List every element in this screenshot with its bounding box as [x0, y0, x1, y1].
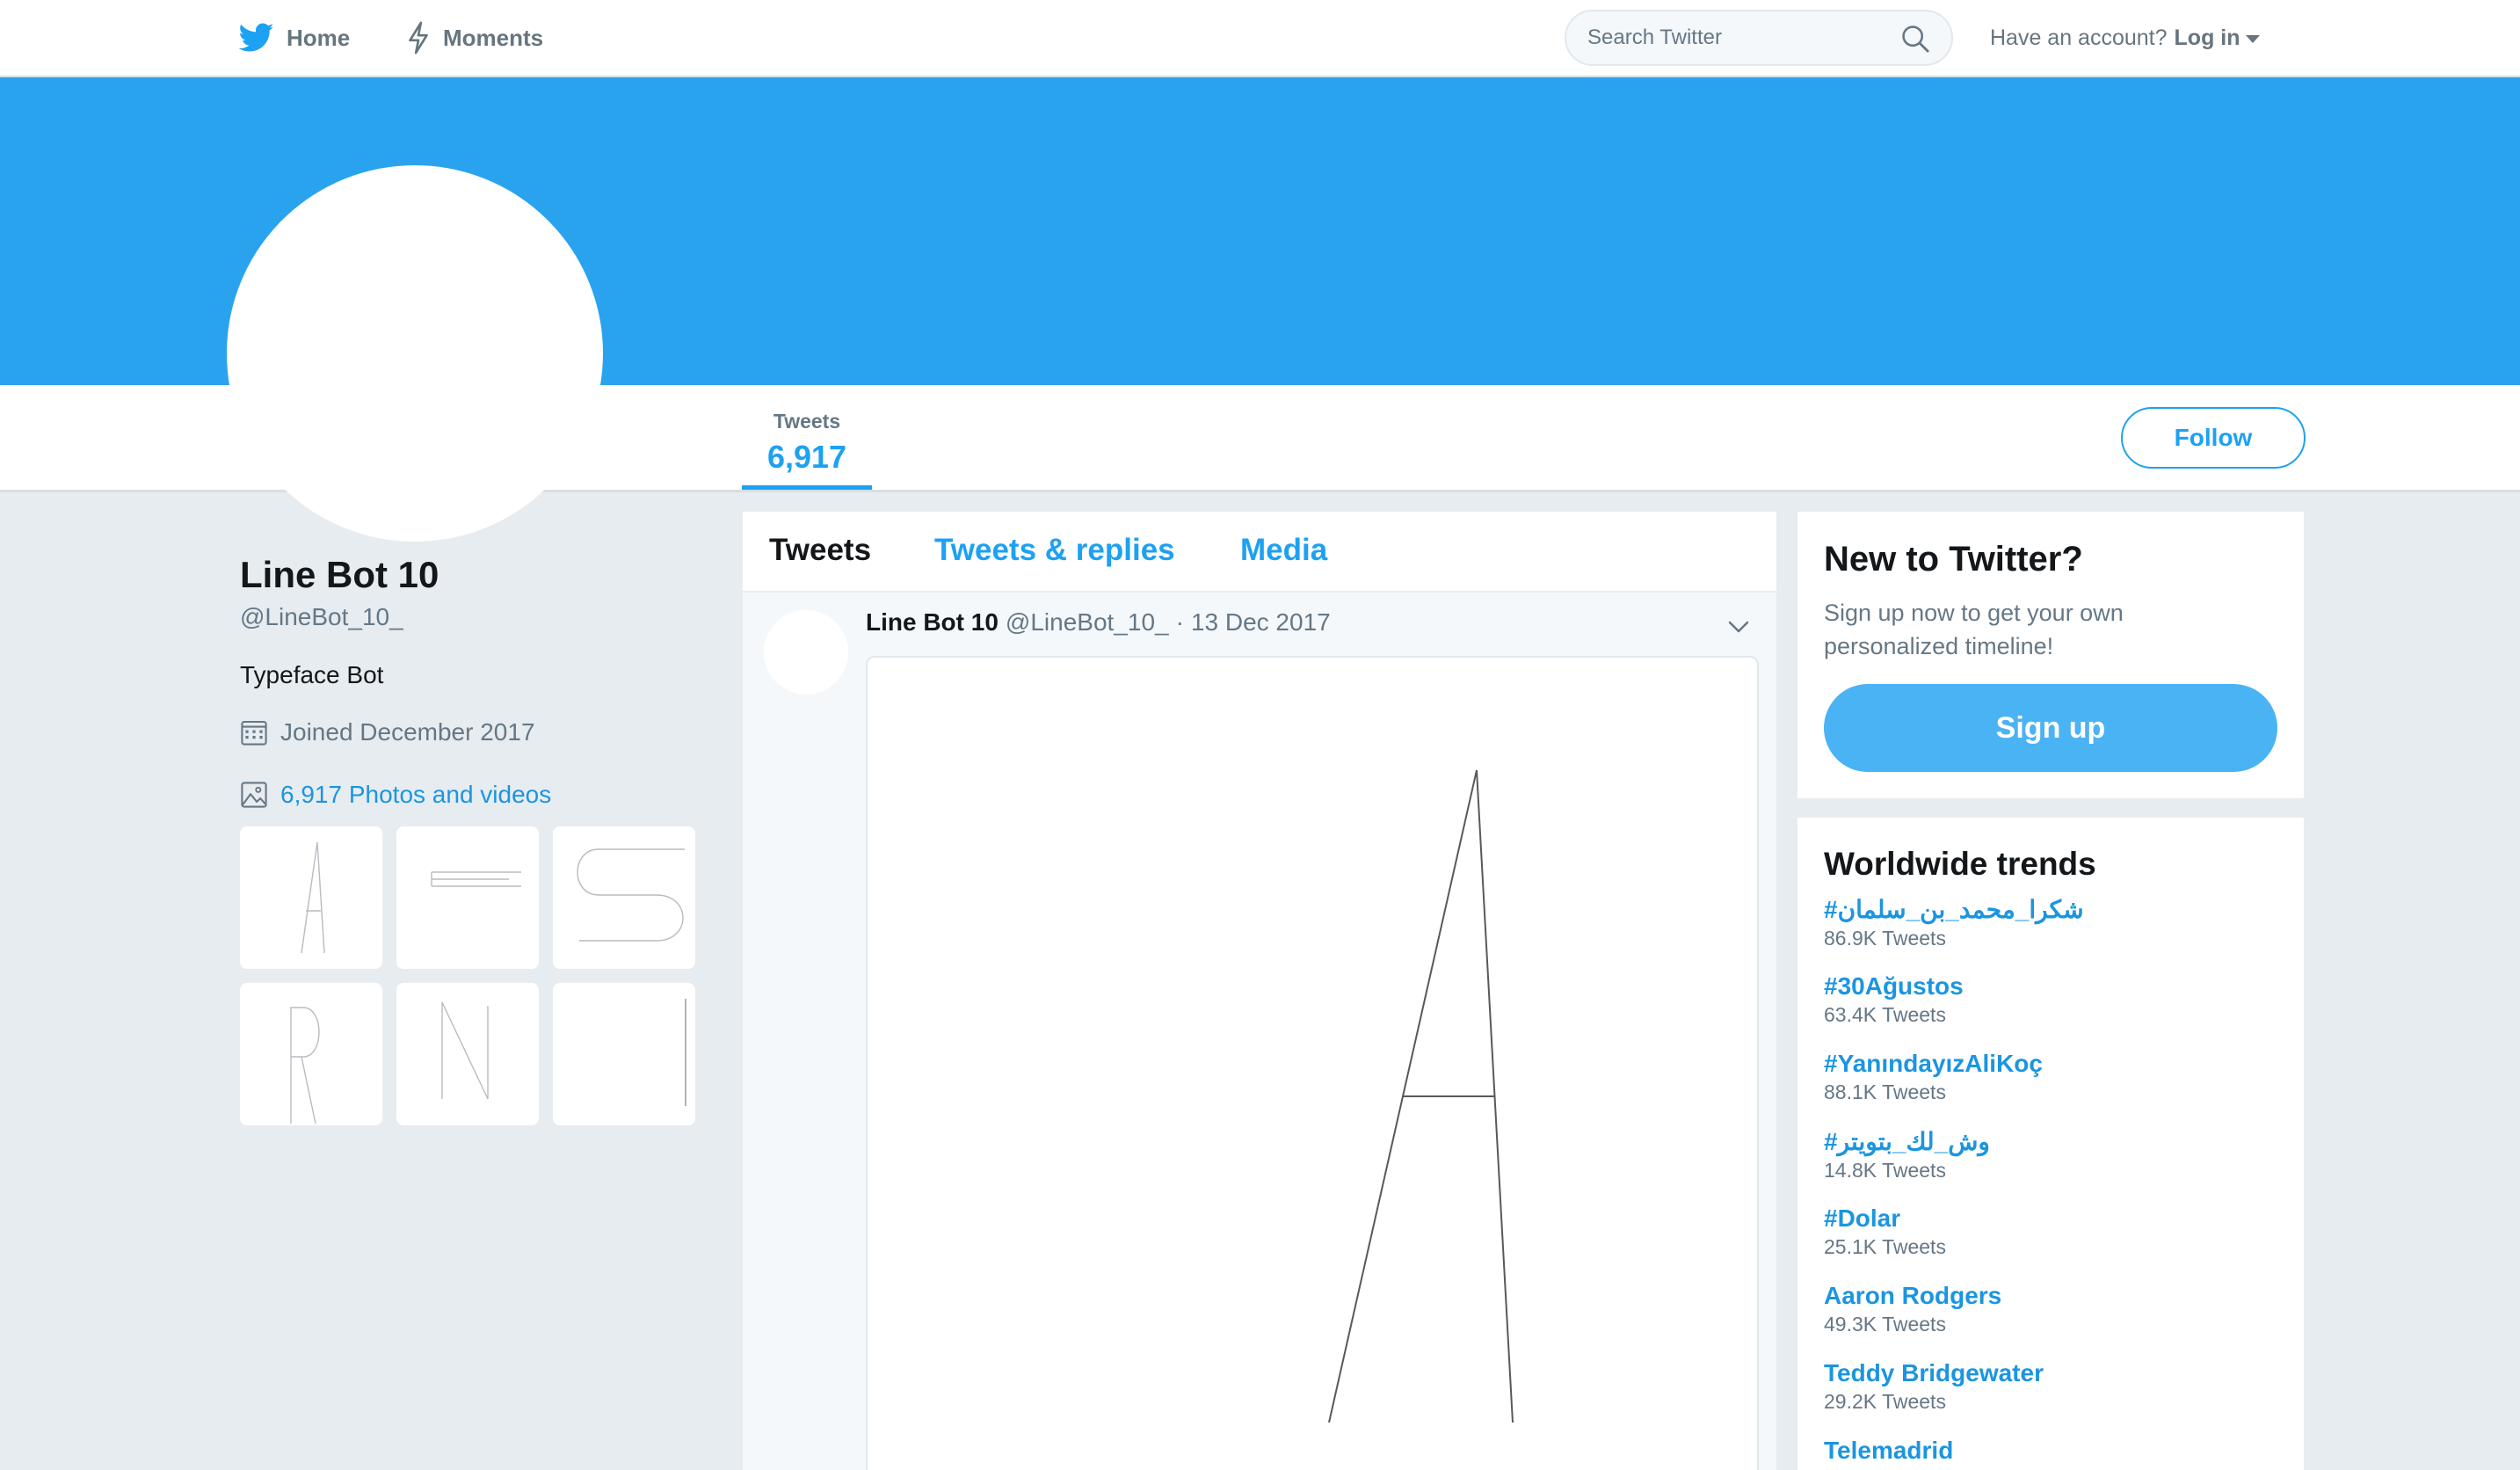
search-input[interactable]	[1587, 11, 1895, 64]
nav-moments[interactable]: Moments	[406, 0, 543, 76]
trend-name: Telemadrid	[1824, 1437, 1954, 1464]
trend-name: #Dolar	[1824, 1204, 1901, 1232]
profile-name[interactable]: Line Bot 10	[240, 554, 439, 596]
trend-item[interactable]: #شكرا_محمد_بن_سلمان 86.9K Tweets	[1824, 895, 2084, 950]
account-area: Have an account? Log in	[1990, 0, 2260, 76]
top-nav: Home Moments Have an account? Log in	[0, 0, 2520, 77]
tweet-separator: ·	[1175, 608, 1184, 636]
media-thumbnail-a[interactable]	[240, 826, 382, 969]
media-thumbnail-grid	[240, 826, 697, 1125]
trend-item[interactable]: #وش_لك_بتويتر 14.8K Tweets	[1824, 1127, 1990, 1183]
signup-card-title: New to Twitter?	[1824, 540, 2083, 579]
tab-tweets-replies[interactable]: Tweets & replies	[934, 533, 1175, 568]
tweet-date[interactable]: 13 Dec 2017	[1191, 608, 1331, 637]
media-thumbnail-f[interactable]	[396, 826, 539, 969]
trend-name: Aaron Rodgers	[1824, 1282, 2002, 1309]
trend-item[interactable]: #Dolar 25.1K Tweets	[1824, 1204, 1946, 1259]
photos-videos-link[interactable]: 6,917 Photos and videos	[240, 781, 551, 809]
profile-avatar[interactable]	[227, 165, 603, 542]
trends-card: Worldwide trends #شكرا_محمد_بن_سلمان 86.…	[1797, 818, 2304, 1470]
trend-name: #YanındayızAliKoç	[1824, 1050, 2043, 1077]
tweet-author-name[interactable]: Line Bot 10	[866, 608, 999, 637]
timeline-tabs: Tweets Tweets & replies Media	[743, 512, 1776, 593]
joined-date: Joined December 2017	[280, 718, 535, 746]
tweets-stat-value: 6,917	[766, 439, 847, 475]
tweet-header: Line Bot 10 @LineBot_10_ · 13 Dec 2017	[866, 608, 1331, 637]
glyph-a-image-large	[1328, 769, 1514, 1423]
trend-count: 29.2K Tweets	[1824, 1390, 1946, 1413]
photos-videos-label: 6,917 Photos and videos	[280, 781, 552, 808]
tab-media[interactable]: Media	[1240, 533, 1327, 568]
lightning-icon	[409, 21, 428, 55]
search-icon[interactable]	[1900, 24, 1930, 54]
trend-item[interactable]: Telemadrid	[1824, 1437, 1953, 1465]
trend-count: 14.8K Tweets	[1824, 1159, 1946, 1182]
media-thumbnail-n[interactable]	[396, 983, 539, 1125]
trend-count: 49.3K Tweets	[1824, 1313, 1946, 1335]
glyph-r-image	[290, 1007, 320, 1124]
trend-name: #30Ağustos	[1824, 972, 1964, 1000]
profile-bio: Typeface Bot	[240, 661, 384, 688]
media-thumbnail-i[interactable]	[553, 983, 695, 1125]
calendar-icon	[241, 720, 267, 746]
trend-name: #وش_لك_بتويتر	[1824, 1128, 1990, 1155]
trend-count: 88.1K Tweets	[1824, 1081, 1946, 1103]
account-prompt: Have an account?	[1990, 25, 2168, 50]
nav-home[interactable]: Home	[239, 0, 350, 76]
image-icon	[241, 782, 267, 808]
glyph-i-image	[685, 999, 686, 1106]
tab-tweets[interactable]: Tweets	[769, 533, 871, 568]
tweet-avatar[interactable]	[764, 610, 848, 695]
chevron-down-icon[interactable]	[1725, 614, 1752, 640]
trend-count: 25.1K Tweets	[1824, 1235, 1946, 1258]
glyph-f-image	[431, 871, 521, 887]
trends-title: Worldwide trends	[1824, 846, 2096, 882]
tweets-stat[interactable]: Tweets 6,917	[742, 385, 872, 490]
signup-card: New to Twitter? Sign up now to get your …	[1797, 512, 2304, 798]
trend-item[interactable]: #30Ağustos 63.4K Tweets	[1824, 972, 1964, 1027]
nav-home-label: Home	[287, 24, 351, 51]
twitter-bird-icon	[239, 23, 274, 52]
search-box	[1565, 10, 1953, 66]
signup-card-subtitle: Sign up now to get your own personalized…	[1824, 600, 2124, 659]
trend-item[interactable]: #YanındayızAliKoç 88.1K Tweets	[1824, 1050, 2043, 1104]
login-label: Log in	[2174, 25, 2240, 50]
timeline: Tweets Tweets & replies Media Line Bot 1…	[743, 512, 1776, 1470]
trend-count: 86.9K Tweets	[1824, 927, 1946, 950]
glyph-s-image	[577, 848, 685, 942]
trend-item[interactable]: Teddy Bridgewater 29.2K Tweets	[1824, 1359, 2044, 1414]
profile-handle[interactable]: @LineBot_10_	[240, 603, 403, 631]
tweet-media[interactable]	[866, 656, 1759, 1470]
signup-button[interactable]: Sign up	[1824, 684, 2277, 772]
trend-item[interactable]: Aaron Rodgers 49.3K Tweets	[1824, 1282, 2001, 1336]
media-thumbnail-r[interactable]	[240, 983, 382, 1125]
caret-down-icon	[2245, 35, 2260, 43]
glyph-n-image	[441, 1001, 489, 1100]
tweets-stat-label: Tweets	[773, 410, 841, 433]
nav-moments-label: Moments	[443, 24, 544, 51]
tweet-author-handle[interactable]: @LineBot_10_	[1006, 608, 1169, 637]
trend-name: Teddy Bridgewater	[1824, 1359, 2044, 1386]
glyph-a-image	[301, 841, 325, 954]
profile-joined: Joined December 2017	[240, 718, 535, 746]
media-thumbnail-s[interactable]	[553, 826, 695, 969]
tweet-item[interactable]: Line Bot 10 @LineBot_10_ · 13 Dec 2017	[743, 593, 1776, 1470]
login-dropdown[interactable]: Log in	[2175, 25, 2260, 51]
trend-name: #شكرا_محمد_بن_سلمان	[1824, 896, 2084, 923]
trend-count: 63.4K Tweets	[1824, 1003, 1946, 1026]
follow-button[interactable]: Follow	[2121, 407, 2306, 469]
